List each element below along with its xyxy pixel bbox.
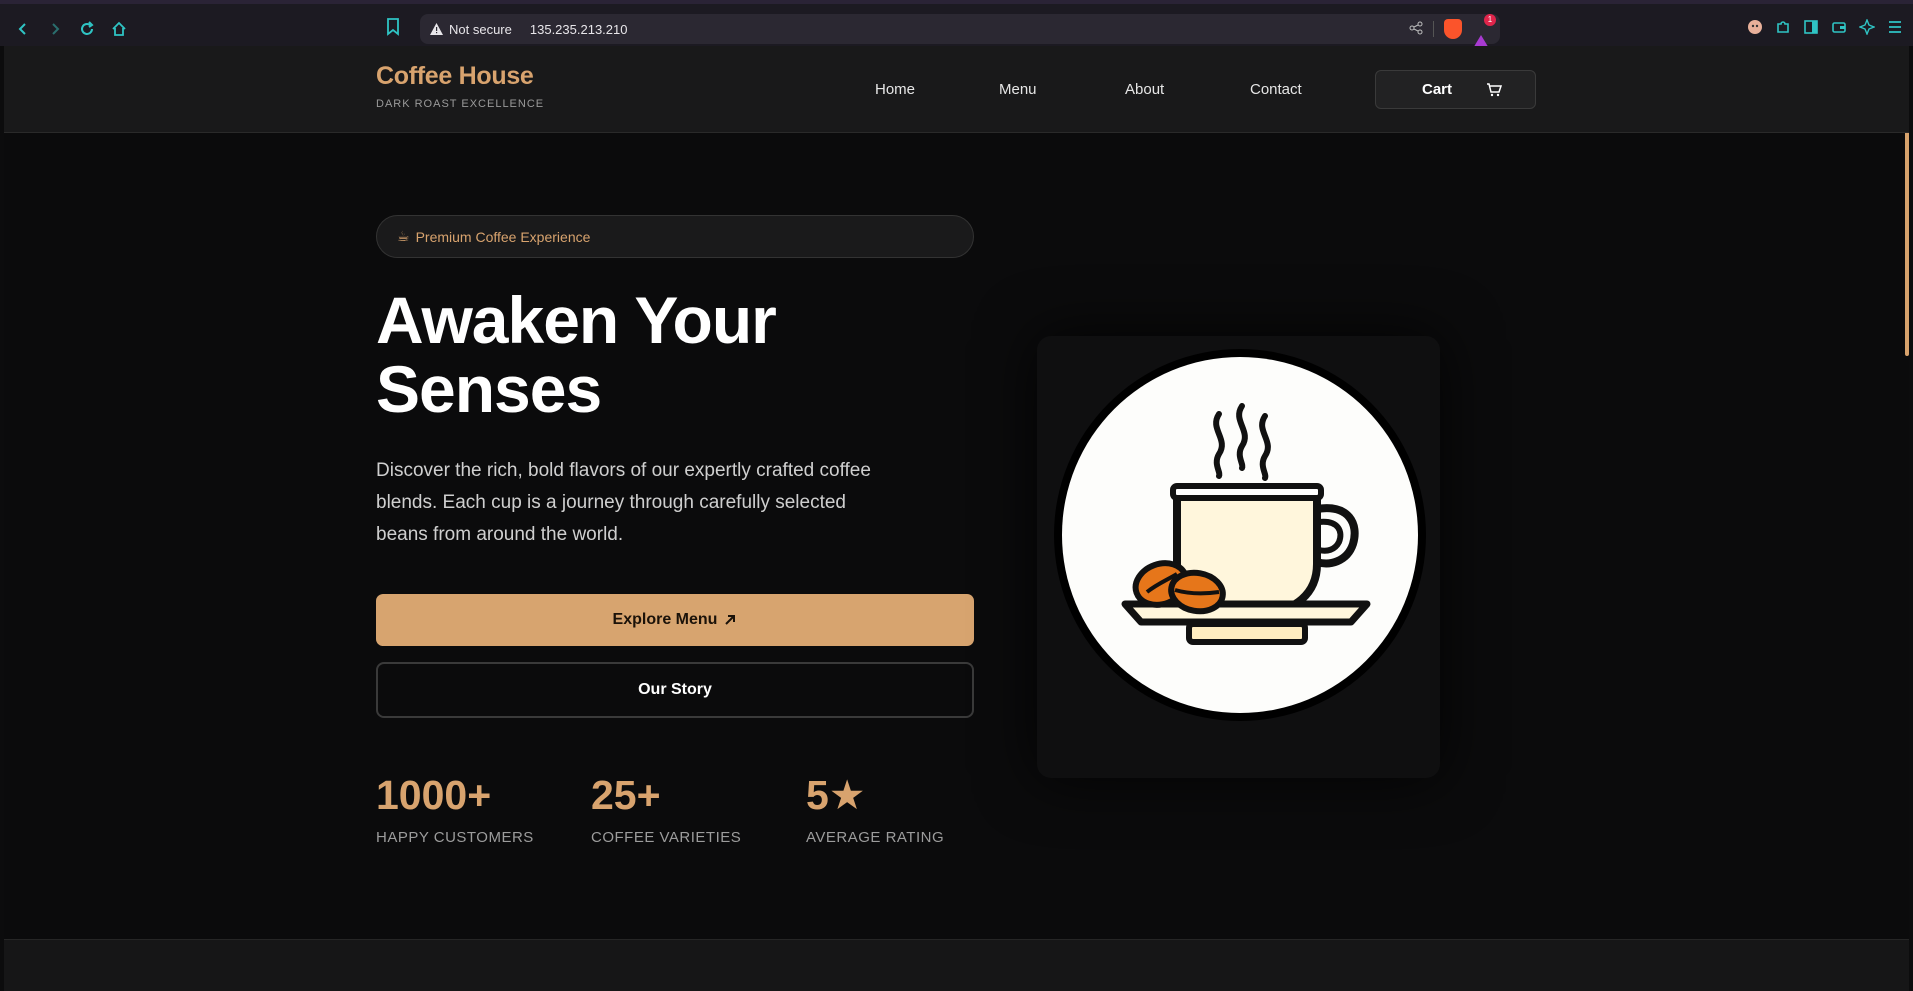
premium-badge: ☕ Premium Coffee Experience (376, 215, 974, 258)
hero-title: Awaken Your Senses (376, 283, 777, 426)
our-story-label: Our Story (638, 681, 712, 698)
stat-value: 25+ (591, 772, 661, 818)
hero-description: Discover the rich, bold flavors of our e… (376, 460, 871, 545)
cart-label: Cart (1422, 81, 1453, 98)
explore-menu-button[interactable]: Explore Menu (376, 594, 974, 646)
site-header: Coffee House DARK ROAST EXCELLENCE Home … (4, 46, 1909, 133)
next-section-band (4, 939, 1909, 991)
warning-icon (430, 23, 443, 35)
wallet-icon[interactable] (1831, 19, 1847, 35)
stat-customers: 1000+ HAPPY CUSTOMERS (376, 771, 534, 846)
brave-shields-icon[interactable] (1444, 19, 1462, 39)
stat-value: 1000+ (376, 772, 492, 818)
extensions-puzzle-icon[interactable] (1775, 19, 1791, 35)
back-button[interactable] (12, 18, 34, 40)
sidebar-icon[interactable] (1803, 19, 1819, 35)
nav-home[interactable]: Home (875, 81, 915, 98)
coffee-cup-illustration (1054, 349, 1426, 721)
menu-icon[interactable] (1887, 19, 1903, 35)
security-label: Not secure (449, 21, 512, 37)
address-bar[interactable]: Not secure 135.235.213.210 1 (420, 14, 1500, 50)
security-indicator[interactable]: Not secure (430, 22, 512, 37)
browser-toolbar: Not secure 135.235.213.210 1 (0, 0, 1913, 50)
stat-label: AVERAGE RATING (806, 829, 945, 846)
extension-avatar-icon[interactable] (1747, 19, 1763, 35)
web-page: Coffee House DARK ROAST EXCELLENCE Home … (4, 46, 1909, 991)
hero-title-line2: Senses (376, 352, 602, 426)
brave-rewards-icon[interactable]: 1 (1472, 14, 1496, 50)
brand-logo[interactable]: Coffee House (376, 62, 534, 91)
arrow-up-right-icon (725, 615, 736, 625)
url-text: 135.235.213.210 (529, 21, 628, 37)
stat-varieties: 25+ COFFEE VARIETIES (591, 771, 741, 846)
hero-title-line1: Awaken Your (376, 283, 777, 357)
cart-icon (1487, 82, 1503, 96)
leo-ai-icon[interactable] (1859, 19, 1875, 35)
reload-button[interactable] (76, 18, 98, 40)
rewards-badge: 1 (1484, 14, 1496, 26)
nav-about[interactable]: About (1125, 81, 1164, 98)
explore-menu-label: Explore Menu (612, 611, 718, 628)
stat-rating: 5★ AVERAGE RATING (806, 771, 944, 846)
stat-label: HAPPY CUSTOMERS (376, 829, 534, 846)
share-icon[interactable] (1409, 21, 1423, 38)
premium-badge-label: Premium Coffee Experience (415, 228, 591, 245)
stat-value: 5★ (806, 772, 866, 818)
home-button[interactable] (108, 18, 130, 40)
stat-label: COFFEE VARIETIES (591, 829, 742, 846)
cart-button[interactable]: Cart (1375, 70, 1536, 109)
our-story-button[interactable]: Our Story (376, 662, 974, 718)
forward-button[interactable] (44, 18, 66, 40)
coffee-cup-icon: ☕ (397, 228, 410, 244)
nav-menu[interactable]: Menu (999, 81, 1037, 98)
brand-tagline: DARK ROAST EXCELLENCE (376, 98, 545, 110)
nav-contact[interactable]: Contact (1250, 81, 1302, 98)
bookmark-icon[interactable] (386, 18, 400, 41)
